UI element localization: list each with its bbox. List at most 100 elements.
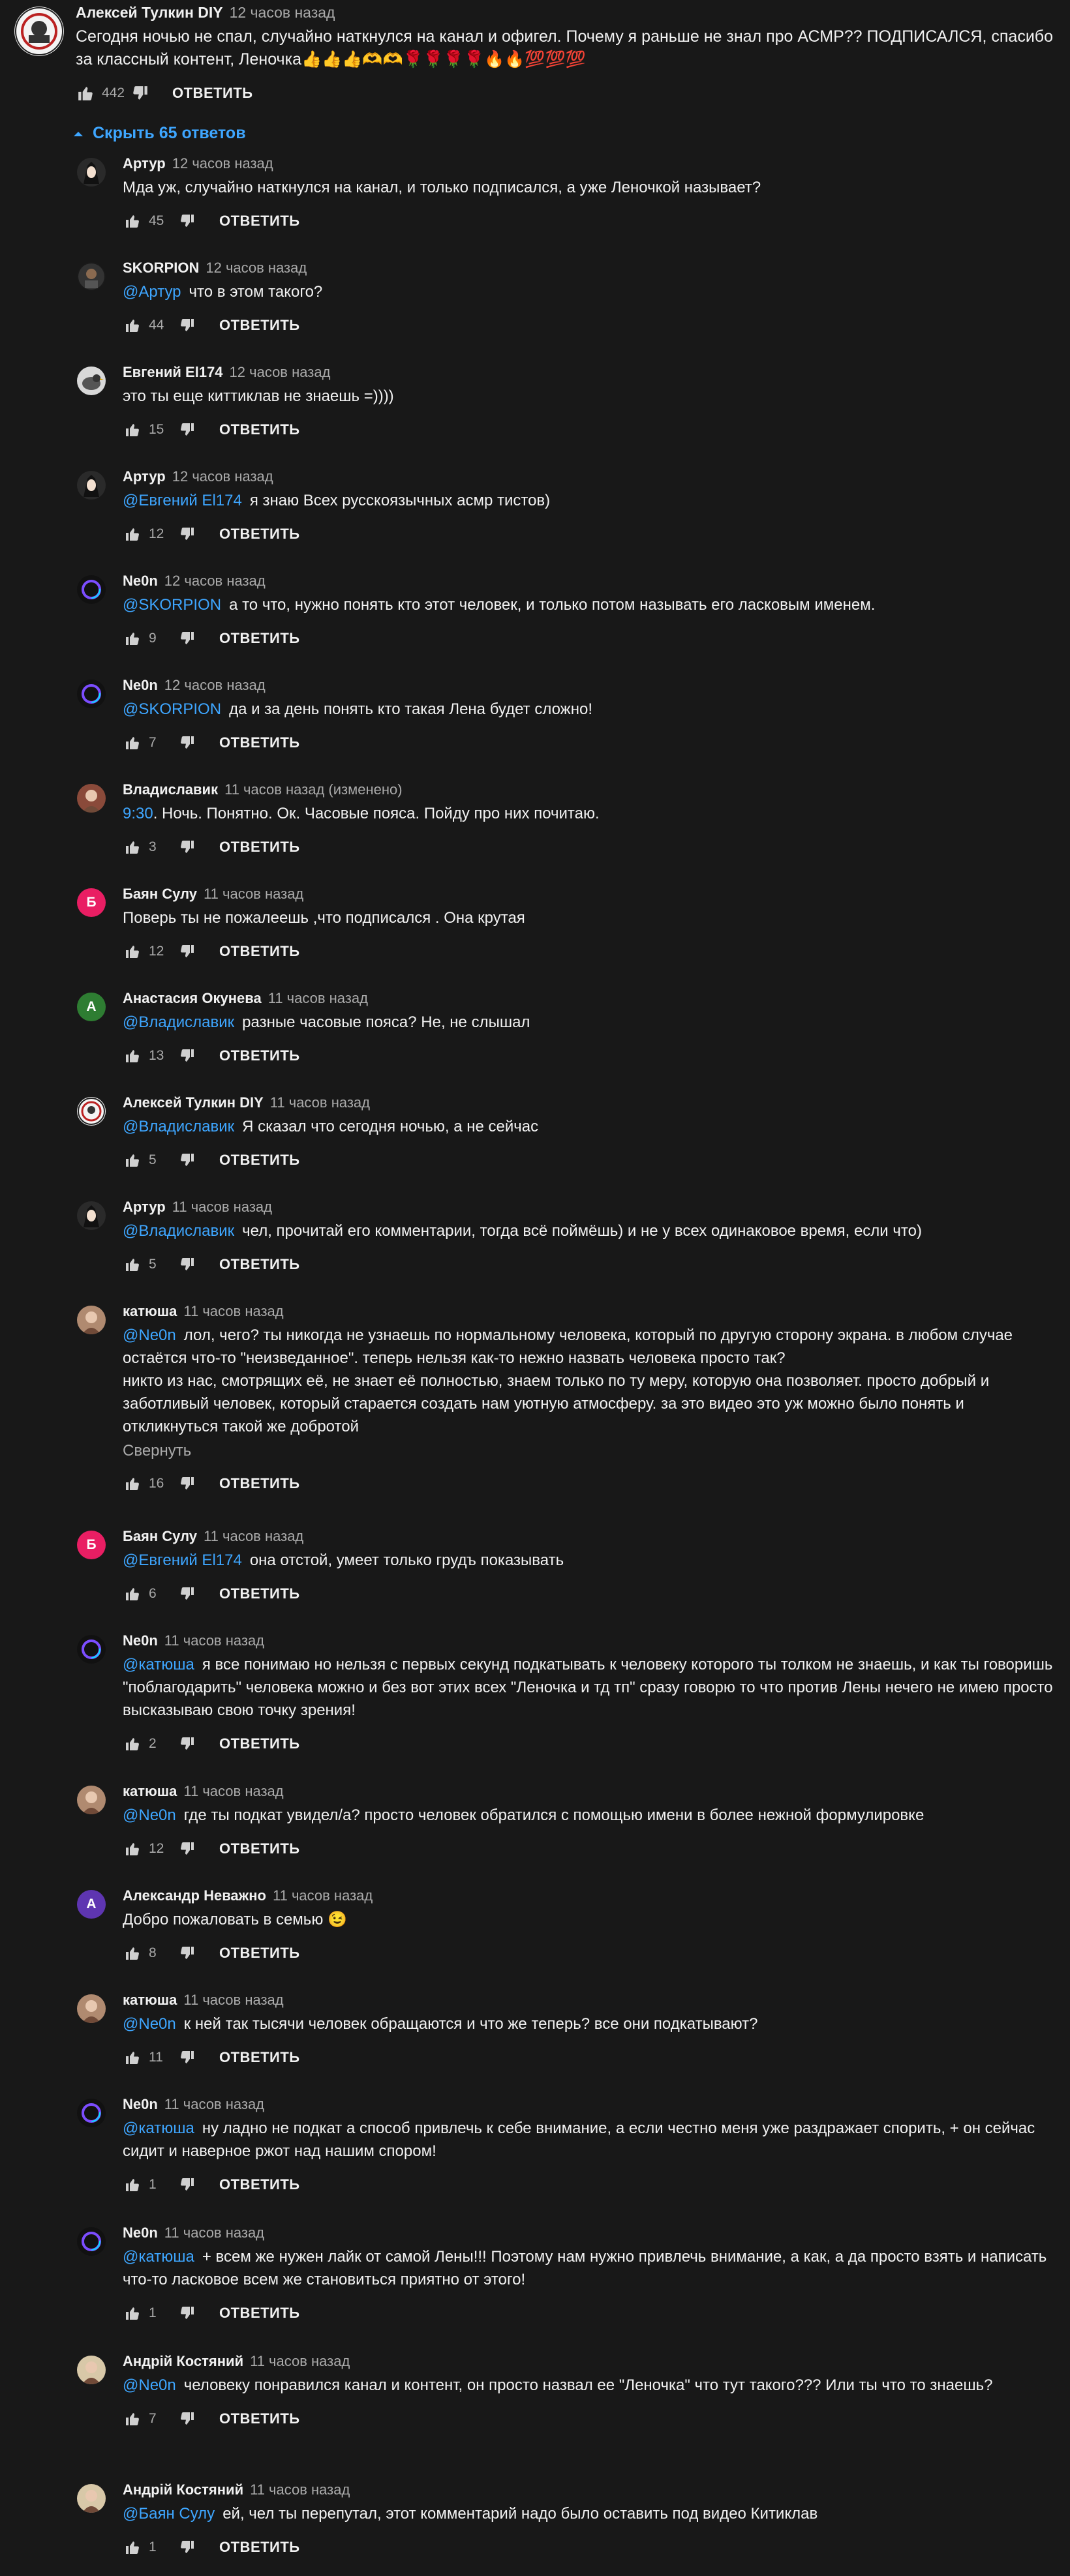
author-name[interactable]: Ne0n [123,2224,158,2241]
like-button[interactable] [76,83,95,103]
author-name[interactable]: Баян Сулу [123,1528,197,1545]
like-button[interactable] [123,1839,142,1859]
comment-time[interactable]: 11 часов назад [250,2481,350,2498]
like-button[interactable] [123,2409,142,2429]
author-name[interactable]: Анастасия Окунева [123,990,262,1007]
like-button[interactable] [123,733,142,753]
author-name[interactable]: катюша [123,1783,177,1800]
like-button[interactable] [123,942,142,961]
reply-button[interactable]: ОТВЕТИТЬ [219,526,300,543]
comment-time[interactable]: 11 часов назад [164,1632,264,1649]
mention-link[interactable]: @SKORPION [123,596,221,614]
comment-time[interactable]: 11 часов назад [172,1199,272,1216]
comment-time[interactable]: 11 часов назад [183,1303,283,1320]
mention-link[interactable]: @Баян Сулу [123,2505,215,2523]
reply-button[interactable]: ОТВЕТИТЬ [219,1840,300,1857]
avatar[interactable]: Б [77,1531,106,1559]
dislike-button[interactable] [130,83,150,103]
reply-button[interactable]: ОТВЕТИТЬ [219,630,300,647]
comment-time[interactable]: 11 часов назад [250,2353,350,2370]
avatar[interactable] [77,2484,106,2513]
reply-button[interactable]: ОТВЕТИТЬ [219,1735,300,1752]
comment-time[interactable]: 11 часов назад [270,1094,370,1111]
reply-button[interactable]: ОТВЕТИТЬ [219,2305,300,2322]
mention-link[interactable]: @Артур [123,283,181,301]
author-name[interactable]: Ne0n [123,573,158,590]
reply-button[interactable]: ОТВЕТИТЬ [219,1945,300,1962]
avatar[interactable] [77,2099,106,2127]
mention-link[interactable]: @катюша [123,1656,194,1673]
dislike-button[interactable] [177,2409,197,2429]
comment-time[interactable]: 11 часов назад (изменено) [224,781,403,798]
dislike-button[interactable] [177,733,197,753]
comment-time[interactable]: 11 часов назад [268,990,368,1007]
dislike-button[interactable] [177,1584,197,1604]
like-button[interactable] [123,2538,142,2557]
dislike-button[interactable] [177,1474,197,1493]
avatar[interactable] [77,1306,106,1334]
mention-link[interactable]: @Владиславик [123,1118,234,1135]
mention-link[interactable]: @Ne0n [123,1806,176,1824]
author-name[interactable]: Андрій Костяний [123,2353,243,2370]
mention-link[interactable]: @Владиславик [123,1013,234,1031]
dislike-button[interactable] [177,2175,197,2194]
dislike-button[interactable] [177,837,197,857]
comment-time[interactable]: 11 часов назад [204,1528,303,1545]
reply-button[interactable]: ОТВЕТИТЬ [219,317,300,334]
comment-time[interactable]: 11 часов назад [183,1992,283,2009]
like-button[interactable] [123,2303,142,2323]
comment-time[interactable]: 11 часов назад [164,2224,264,2241]
mention-link[interactable]: @катюша [123,2248,194,2266]
mention-link[interactable]: @Ne0n [123,2376,176,2394]
avatar[interactable] [77,1635,106,1664]
comment-time[interactable]: 12 часов назад [172,155,273,172]
dislike-button[interactable] [177,1255,197,1274]
avatar[interactable] [77,2356,106,2384]
author-name[interactable]: катюша [123,1303,177,1320]
comment-time[interactable]: 12 часов назад [164,573,266,590]
avatar[interactable]: Б [77,888,106,917]
like-button[interactable] [123,211,142,231]
dislike-button[interactable] [177,1734,197,1754]
avatar[interactable] [77,1201,106,1230]
dislike-button[interactable] [177,211,197,231]
mention-link[interactable]: @Владиславик [123,1222,234,1240]
author-name[interactable]: Александр Неважно [123,1887,266,1904]
author-name[interactable]: Ne0n [123,1632,158,1649]
reply-button[interactable]: ОТВЕТИТЬ [219,1475,300,1492]
author-name[interactable]: Артур [123,1199,166,1216]
avatar[interactable] [77,158,106,187]
dislike-button[interactable] [177,1839,197,1859]
like-button[interactable] [123,1474,142,1493]
like-button[interactable] [123,2175,142,2194]
avatar[interactable] [77,1097,106,1126]
reply-button[interactable]: ОТВЕТИТЬ [219,1585,300,1602]
reply-button[interactable]: ОТВЕТИТЬ [219,1152,300,1169]
author-name[interactable]: катюша [123,1992,177,2009]
author-name[interactable]: Артур [123,155,166,172]
hide-replies-button[interactable]: Скрыть 65 ответов [73,124,246,143]
avatar[interactable] [77,1786,106,1814]
author-name[interactable]: Алексей Тулкин DIY [76,4,223,22]
dislike-button[interactable] [177,942,197,961]
avatar[interactable] [77,471,106,500]
avatar[interactable] [77,680,106,708]
comment-time[interactable]: 12 часов назад [172,468,273,485]
like-button[interactable] [123,1255,142,1274]
dislike-button[interactable] [177,1150,197,1170]
like-button[interactable] [123,1943,142,1963]
author-name[interactable]: SKORPION [123,260,199,277]
reply-button[interactable]: ОТВЕТИТЬ [219,2176,300,2193]
timestamp-link[interactable]: 9:30 [123,805,153,822]
author-name[interactable]: Евгений El174 [123,364,223,381]
dislike-button[interactable] [177,2048,197,2067]
mention-link[interactable]: @SKORPION [123,700,221,718]
avatar[interactable] [14,7,64,56]
reply-button[interactable]: ОТВЕТИТЬ [219,839,300,856]
like-button[interactable] [123,420,142,440]
avatar[interactable] [77,575,106,604]
comment-time[interactable]: 11 часов назад [183,1783,283,1800]
reply-button[interactable]: ОТВЕТИТЬ [219,1047,300,1064]
dislike-button[interactable] [177,524,197,544]
avatar[interactable]: А [77,1890,106,1919]
